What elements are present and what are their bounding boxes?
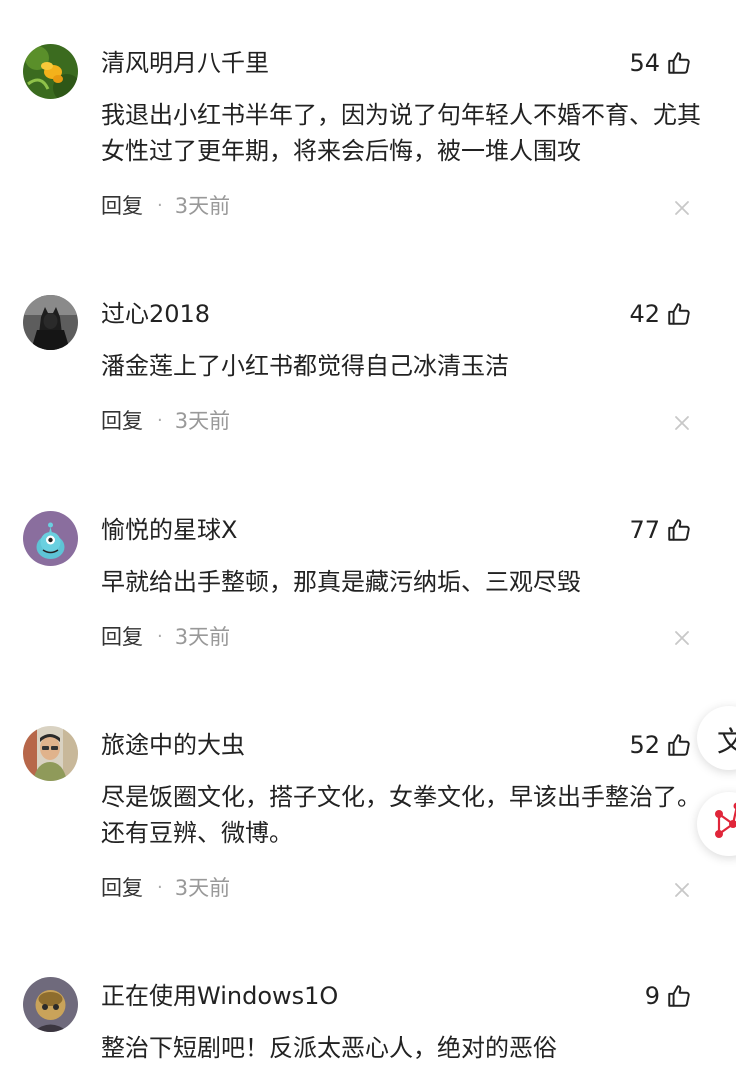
like-count: 52 [629,731,660,759]
like-button[interactable]: 52 [629,729,692,761]
close-icon[interactable] [673,414,691,432]
close-icon[interactable] [673,199,691,217]
thumbs-up-icon [668,52,690,74]
avatar[interactable] [23,44,78,99]
reply-button[interactable]: 回复 [101,621,143,651]
like-button[interactable]: 54 [629,47,692,79]
comment-meta: 回复 · 3天前 [101,191,230,219]
close-icon[interactable] [673,629,691,647]
username[interactable]: 旅途中的大虫 [101,729,245,761]
avatar[interactable] [23,511,78,566]
close-icon[interactable] [673,881,691,899]
translate-float-button[interactable]: 文 [697,706,736,770]
comment-text: 我退出小红书半年了，因为说了句年轻人不婚不育、尤其女性过了更年期，将来会后悔，被… [101,101,701,165]
like-button[interactable]: 9 [645,980,692,1012]
like-count: 9 [644,982,660,1010]
translate-icon: 文 [717,725,736,758]
reply-button[interactable]: 回复 [101,190,143,220]
like-count: 77 [629,516,660,544]
comment-meta: 回复 · 3天前 [101,406,230,434]
comment-text: 尽是饭圈文化，搭子文化，女拳文化，早该出手整治了。还有豆辨、微博。 [101,783,701,847]
username[interactable]: 清风明月八千里 [101,47,269,79]
like-count: 42 [629,300,660,328]
like-count: 54 [629,49,660,77]
username[interactable]: 正在使用Windows1O [101,980,338,1012]
avatar[interactable] [23,295,78,350]
separator-dot: · [157,876,163,898]
comment-time: 3天前 [174,409,231,433]
comment-time: 3天前 [174,625,231,649]
avatar[interactable] [23,977,78,1032]
like-button[interactable]: 77 [629,514,692,546]
comment-text: 早就给出手整顿，那真是藏污纳垢、三观尽毁 [101,568,581,596]
comment-text: 整治下短剧吧！反派太恶心人，绝对的恶俗 [101,1034,557,1062]
comment-text: 潘金莲上了小红书都觉得自己冰清玉洁 [101,352,509,380]
thumbs-up-icon [668,519,690,541]
reply-button[interactable]: 回复 [101,405,143,435]
separator-dot: · [157,625,163,647]
thumbs-up-icon [668,734,690,756]
like-button[interactable]: 42 [629,298,692,330]
share-float-button[interactable] [697,792,736,856]
comment-time: 3天前 [174,876,231,900]
comment-time: 3天前 [174,194,231,218]
username[interactable]: 愉悦的星球X [101,514,237,546]
comment-meta: 回复 · 3天前 [101,622,230,650]
username[interactable]: 过心2018 [101,298,210,330]
comment-meta: 回复 · 3天前 [101,873,230,901]
separator-dot: · [157,409,163,431]
separator-dot: · [157,194,163,216]
thumbs-up-icon [668,985,690,1007]
thumbs-up-icon [668,303,690,325]
reply-button[interactable]: 回复 [101,872,143,902]
share-nodes-icon [715,802,736,838]
avatar[interactable] [23,726,78,781]
